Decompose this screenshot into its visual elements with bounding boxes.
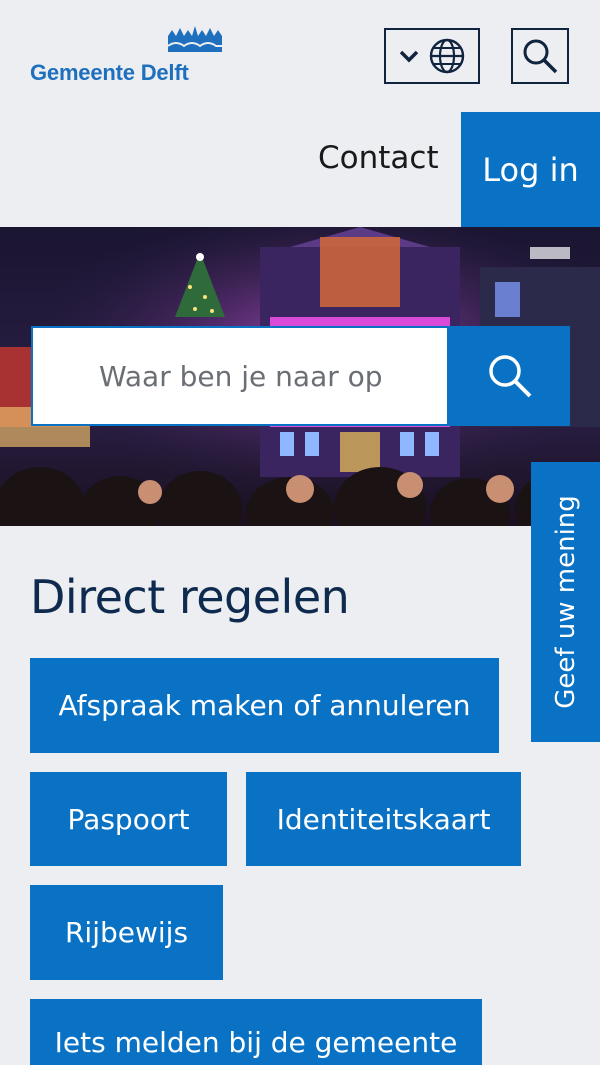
tile-paspoort[interactable]: Paspoort (30, 772, 227, 866)
header-search-button[interactable] (511, 28, 569, 84)
chevron-down-icon (399, 50, 419, 63)
section-title-direct-regelen: Direct regelen (30, 570, 350, 624)
login-button[interactable]: Log in (461, 112, 600, 227)
contact-link[interactable]: Contact (318, 140, 439, 176)
tile-identiteitskaart[interactable]: Identiteitskaart (246, 772, 521, 866)
search-submit-button[interactable] (449, 326, 570, 426)
delft-crown-icon (167, 26, 222, 52)
globe-icon (429, 38, 465, 74)
feedback-tab[interactable]: Geef uw mening (531, 462, 600, 742)
search-input[interactable]: Waar ben je naar op (31, 326, 449, 426)
search-icon (488, 355, 531, 398)
logo-text: Gemeente Delft (30, 60, 189, 85)
tile-afspraak[interactable]: Afspraak maken of annuleren (30, 658, 499, 753)
search-icon (523, 39, 558, 74)
site-header: Gemeente Delft Contact Log in (0, 0, 600, 227)
feedback-label: Geef uw mening (550, 495, 581, 709)
language-selector-button[interactable] (384, 28, 480, 84)
tile-iets-melden[interactable]: Iets melden bij de gemeente (30, 999, 482, 1065)
site-logo[interactable]: Gemeente Delft (30, 26, 230, 90)
tile-rijbewijs[interactable]: Rijbewijs (30, 885, 223, 980)
